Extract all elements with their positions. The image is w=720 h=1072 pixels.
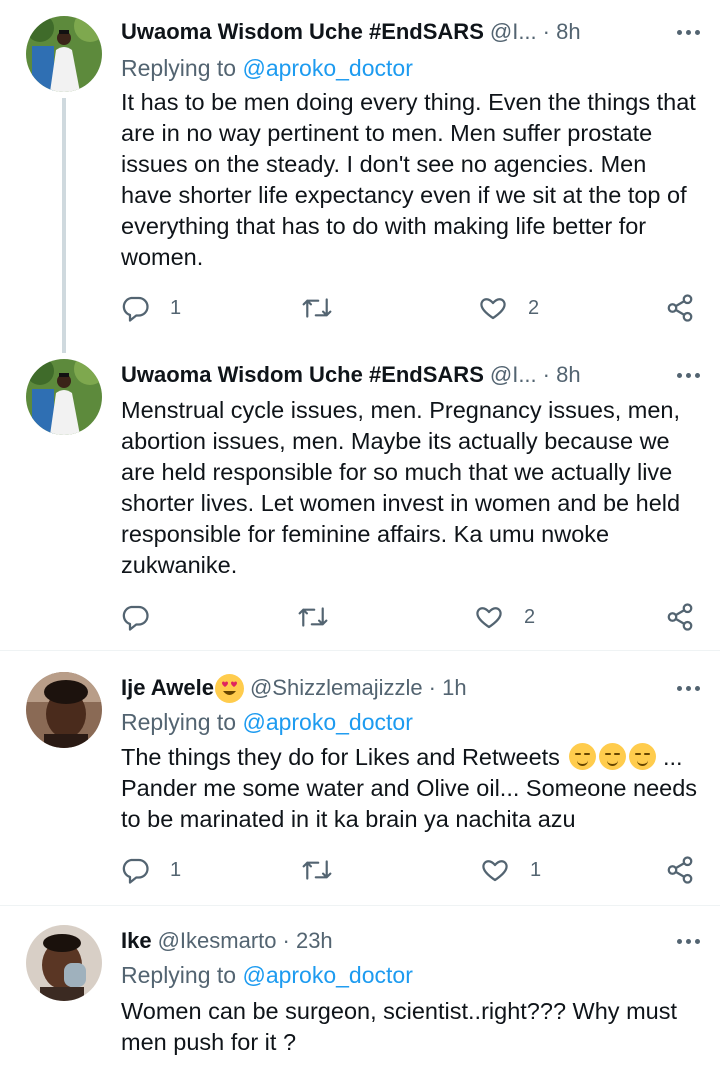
retweet-button[interactable] xyxy=(300,292,354,324)
timestamp[interactable]: · 8h xyxy=(543,19,581,45)
tweet-actions: 2 xyxy=(120,601,695,633)
replying-prefix: Replying to xyxy=(121,709,243,735)
display-name[interactable]: Ije Awele xyxy=(121,675,214,701)
display-name[interactable]: Uwaoma Wisdom Uche #EndSARS xyxy=(121,362,484,388)
replying-to: Replying to @aproko_doctor xyxy=(121,55,413,82)
like-button[interactable]: 2 xyxy=(474,601,535,633)
more-icon[interactable] xyxy=(677,359,700,391)
tweet-actions: 1 2 xyxy=(120,292,695,324)
tweet-header: Ije Awele @Shizzlemajizzle · 1h xyxy=(121,672,700,704)
avatar[interactable] xyxy=(26,925,102,1001)
like-count: 2 xyxy=(524,605,536,628)
thread-line xyxy=(62,98,66,353)
replying-prefix: Replying to xyxy=(121,55,243,81)
user-handle[interactable]: @Shizzlemajizzle xyxy=(250,675,423,701)
share-button[interactable] xyxy=(665,601,695,633)
avatar[interactable] xyxy=(26,359,102,435)
more-icon[interactable] xyxy=(677,672,700,704)
display-name[interactable]: Uwaoma Wisdom Uche #EndSARS xyxy=(121,19,484,45)
reply-icon xyxy=(122,605,149,631)
tweet-text: It has to be men doing every thing. Even… xyxy=(121,87,701,273)
retweet-icon xyxy=(302,298,332,318)
replying-mention-link[interactable]: @aproko_doctor xyxy=(242,709,412,735)
display-name[interactable]: Ike xyxy=(121,928,152,954)
reply-button[interactable]: 1 xyxy=(120,292,181,324)
share-button[interactable] xyxy=(665,292,695,324)
like-button[interactable]: 1 xyxy=(480,854,541,886)
retweet-icon xyxy=(298,607,328,627)
retweet-icon xyxy=(302,860,332,880)
replying-mention-link[interactable]: @aproko_doctor xyxy=(242,55,412,81)
reply-count: 1 xyxy=(170,296,182,319)
avatar[interactable] xyxy=(26,672,102,748)
share-icon xyxy=(667,294,693,322)
tweet-4[interactable]: Ike @Ikesmarto · 23h Replying to @aproko… xyxy=(0,906,720,1072)
replying-to: Replying to @aproko_doctor xyxy=(121,962,413,989)
tweet-text: The things they do for Likes and Retweet… xyxy=(121,742,701,835)
replying-prefix: Replying to xyxy=(121,962,243,988)
heart-eyes-emoji xyxy=(214,673,244,703)
user-handle[interactable]: @Ikesmarto xyxy=(158,928,277,954)
share-icon xyxy=(667,603,693,631)
tweet-header: Uwaoma Wisdom Uche #EndSARS @I... · 8h xyxy=(121,359,700,391)
tweet-header: Uwaoma Wisdom Uche #EndSARS @I... · 8h xyxy=(121,16,700,48)
replying-mention-link[interactable]: @aproko_doctor xyxy=(242,962,412,988)
tweet-text-content: Menstrual cycle issues, men. Pregnancy i… xyxy=(121,397,681,578)
tweet-2[interactable]: Uwaoma Wisdom Uche #EndSARS @I... · 8h M… xyxy=(0,345,720,650)
more-icon[interactable] xyxy=(677,16,700,48)
reply-button[interactable] xyxy=(120,601,170,633)
smirk-emoji xyxy=(629,743,657,770)
smirk-emoji xyxy=(569,743,597,770)
heart-icon xyxy=(476,607,502,629)
tweet-text: Menstrual cycle issues, men. Pregnancy i… xyxy=(121,395,701,581)
replying-to: Replying to @aproko_doctor xyxy=(121,709,413,736)
like-button[interactable]: 2 xyxy=(478,292,539,324)
tweet-actions: 1 1 xyxy=(120,854,695,886)
timestamp[interactable]: · 23h xyxy=(283,928,333,954)
retweet-button[interactable] xyxy=(300,854,354,886)
share-button[interactable] xyxy=(665,854,695,886)
user-handle[interactable]: @I... xyxy=(490,19,537,45)
tweet-text: Women can be surgeon, scientist..right??… xyxy=(121,996,701,1058)
tweet-text-content: Women can be surgeon, scientist..right??… xyxy=(121,998,677,1055)
share-icon xyxy=(667,856,693,884)
reply-icon xyxy=(122,296,149,322)
tweet-text-line1: The things they do for Likes and Retweet… xyxy=(121,744,560,770)
reply-button[interactable]: 1 xyxy=(120,854,181,886)
tweet-3[interactable]: Ije Awele @Shizzlemajizzle · 1h Replying… xyxy=(0,651,720,905)
avatar[interactable] xyxy=(26,16,102,92)
tweet-header: Ike @Ikesmarto · 23h xyxy=(121,925,700,957)
reply-count: 1 xyxy=(170,858,182,881)
more-icon[interactable] xyxy=(677,925,700,957)
tweet-1[interactable]: Uwaoma Wisdom Uche #EndSARS @I... · 8h R… xyxy=(0,0,720,353)
heart-icon xyxy=(482,860,508,882)
tweet-text-content: The things they do for Likes and Retweet… xyxy=(121,742,701,835)
user-handle[interactable]: @I... xyxy=(490,362,537,388)
tweet-text-content: It has to be men doing every thing. Even… xyxy=(121,89,696,270)
heart-icon xyxy=(480,298,506,320)
like-count: 1 xyxy=(530,858,542,881)
smirk-emoji xyxy=(599,743,627,770)
timestamp[interactable]: · 1h xyxy=(429,675,467,701)
reply-icon xyxy=(122,858,149,884)
timestamp[interactable]: · 8h xyxy=(543,362,581,388)
like-count: 2 xyxy=(528,296,540,319)
retweet-button[interactable] xyxy=(296,601,350,633)
